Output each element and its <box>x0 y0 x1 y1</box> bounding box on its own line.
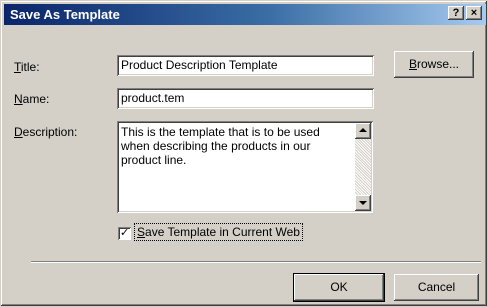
close-button[interactable]: × <box>466 6 482 20</box>
title-field[interactable]: Product Description Template <box>117 55 374 76</box>
name-label-hotkey: N <box>14 92 23 106</box>
save-in-web-text: ave Template in Current Web <box>145 225 300 239</box>
description-textarea[interactable]: This is the template that is to be used … <box>117 121 373 213</box>
description-label-hotkey: D <box>14 125 23 139</box>
save-in-web-hotkey: S <box>137 225 146 239</box>
ok-button[interactable]: OK <box>294 274 384 301</box>
description-label: Description: <box>14 125 77 139</box>
arrow-down-icon <box>359 201 367 205</box>
title-label: Title: <box>14 60 40 74</box>
scroll-down-button[interactable] <box>355 195 371 211</box>
window-title: Save As Template <box>10 7 120 22</box>
save-in-web-checkbox[interactable]: ✓ <box>118 227 131 240</box>
title-label-text: itle: <box>20 60 40 74</box>
separator <box>31 261 481 263</box>
description-scrollbar[interactable] <box>355 123 371 211</box>
name-field[interactable]: product.tem <box>117 88 374 109</box>
name-label-text: ame: <box>22 92 50 106</box>
title-label-hotkey: T <box>14 60 21 74</box>
cancel-button[interactable]: Cancel <box>394 274 479 301</box>
save-as-template-dialog: Save As Template ? × Title: Product Desc… <box>0 0 488 307</box>
browse-label: rowse... <box>417 57 460 71</box>
description-text: This is the template that is to be used … <box>121 125 320 167</box>
description-label-text: escription: <box>22 125 78 139</box>
browse-button[interactable]: Browse... <box>394 51 474 78</box>
browse-hotkey: B <box>408 57 417 71</box>
save-in-web-label[interactable]: Save Template in Current Web <box>134 223 303 241</box>
arrow-up-icon <box>359 128 367 132</box>
help-button[interactable]: ? <box>448 6 464 20</box>
name-label: Name: <box>14 92 49 106</box>
close-icon: × <box>470 7 478 19</box>
checkmark-icon: ✓ <box>120 227 130 239</box>
scroll-up-button[interactable] <box>355 123 371 139</box>
title-bar[interactable]: Save As Template ? × <box>4 4 486 25</box>
